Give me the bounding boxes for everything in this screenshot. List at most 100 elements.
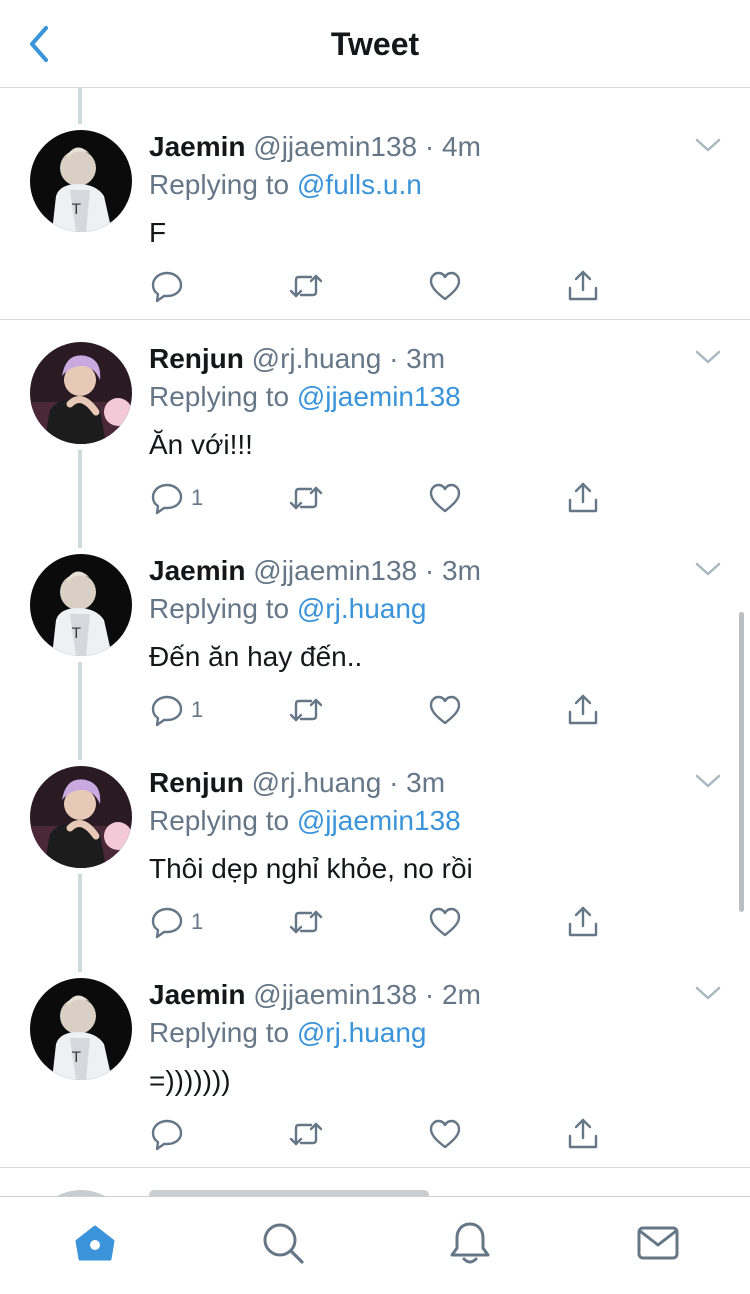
retweet-icon (289, 486, 323, 510)
tweet-actions: 1 (149, 478, 619, 518)
replying-to-line: Replying to @jjaemin138 (149, 380, 461, 414)
author-name[interactable]: Jaemin (149, 555, 246, 586)
svg-text:T: T (71, 626, 81, 642)
bottom-tab-bar (0, 1196, 750, 1294)
messages-icon (637, 1226, 679, 1260)
top-nav-bar: Tweet (0, 0, 750, 88)
share-button[interactable] (565, 902, 601, 942)
tweet[interactable]: Renjun @rj.huang · 3m Replying to @jjaem… (0, 336, 750, 548)
tweet-options-button[interactable] (694, 984, 722, 1002)
tweet[interactable]: Renjun @rj.huang · 3m Replying to @jjaem… (0, 760, 750, 972)
author-handle[interactable]: @rj.huang (252, 343, 382, 374)
tweet-actions (149, 1114, 619, 1154)
replying-to-label: Replying to (149, 169, 297, 200)
retweet-icon (289, 698, 323, 722)
like-icon (429, 483, 461, 513)
tweet-time: · 3m (389, 767, 446, 798)
avatar[interactable]: T (30, 978, 132, 1080)
reply-icon (151, 483, 183, 515)
like-button[interactable] (427, 266, 463, 306)
next-tweet-partial[interactable] (0, 1168, 750, 1196)
replying-to-mention[interactable]: @fulls.u.n (297, 169, 422, 200)
avatar[interactable] (30, 342, 132, 444)
like-button[interactable] (427, 902, 463, 942)
share-button[interactable] (565, 690, 601, 730)
replying-to-mention[interactable]: @jjaemin138 (297, 805, 461, 836)
replying-to-mention[interactable]: @rj.huang (297, 1017, 427, 1048)
svg-text:T: T (71, 1050, 81, 1066)
reply-button[interactable]: 1 (149, 690, 203, 730)
like-button[interactable] (427, 690, 463, 730)
chevron-down-icon (695, 138, 721, 152)
retweet-icon (289, 274, 323, 298)
thread-connector-line (78, 874, 82, 972)
reply-button[interactable]: 1 (149, 478, 203, 518)
tab-messages[interactable] (634, 1219, 682, 1267)
share-icon (568, 270, 598, 301)
retweet-button[interactable] (287, 266, 325, 306)
tab-search[interactable] (259, 1219, 307, 1267)
author-handle[interactable]: @jjaemin138 (253, 979, 417, 1010)
search-icon (263, 1223, 304, 1264)
share-button[interactable] (565, 1114, 601, 1154)
tweet[interactable]: T Jaemin @jjaemin138 · 4m Replying to @f… (0, 124, 750, 320)
retweet-icon (289, 910, 323, 934)
tweet-options-button[interactable] (694, 772, 722, 790)
retweet-button[interactable] (287, 478, 325, 518)
avatar[interactable] (30, 766, 132, 868)
reply-icon (151, 271, 183, 303)
like-icon (429, 1119, 461, 1149)
tweet[interactable]: T Jaemin @jjaemin138 · 3m Replying to @r… (0, 548, 750, 760)
svg-text:T: T (71, 202, 81, 218)
author-name[interactable]: Jaemin (149, 979, 246, 1010)
reply-button[interactable]: 1 (149, 902, 203, 942)
replying-to-label: Replying to (149, 593, 297, 624)
author-handle[interactable]: @jjaemin138 (253, 131, 417, 162)
scrollbar[interactable] (739, 612, 744, 912)
tweet-text: Ăn với!!! (149, 429, 253, 460)
reply-button[interactable] (149, 1114, 191, 1154)
tab-home[interactable] (71, 1219, 119, 1267)
tweet-time: · 4m (424, 131, 481, 162)
tweet-text: =))))))) (149, 1065, 231, 1096)
tweet-actions (149, 266, 619, 306)
tweet-time: · 2m (424, 979, 481, 1010)
replying-to-mention[interactable]: @jjaemin138 (297, 381, 461, 412)
replying-to-line: Replying to @rj.huang (149, 1016, 426, 1050)
tab-notifications[interactable] (446, 1219, 494, 1267)
author-name[interactable]: Jaemin (149, 131, 246, 162)
author-handle[interactable]: @jjaemin138 (253, 555, 417, 586)
thread-connector-line (78, 88, 82, 124)
tweet-actions: 1 (149, 690, 619, 730)
tweet-options-button[interactable] (694, 348, 722, 366)
tweet-text: F (149, 217, 167, 248)
retweet-button[interactable] (287, 690, 325, 730)
share-icon (568, 906, 598, 937)
replying-to-mention[interactable]: @rj.huang (297, 593, 427, 624)
reply-icon (151, 695, 183, 727)
tweet-options-button[interactable] (694, 560, 722, 578)
like-button[interactable] (427, 478, 463, 518)
retweet-button[interactable] (287, 902, 325, 942)
retweet-button[interactable] (287, 1114, 325, 1154)
share-button[interactable] (565, 266, 601, 306)
replying-to-line: Replying to @rj.huang (149, 592, 426, 626)
notifications-icon (450, 1222, 490, 1264)
like-button[interactable] (427, 1114, 463, 1154)
reply-count: 1 (191, 485, 204, 510)
tweet-time: · 3m (424, 555, 481, 586)
avatar[interactable]: T (30, 130, 132, 232)
tweet[interactable]: T Jaemin @jjaemin138 · 2m Replying to @r… (0, 972, 750, 1168)
author-name[interactable]: Renjun (149, 343, 244, 374)
tweet-options-button[interactable] (694, 136, 722, 154)
page-title: Tweet (330, 26, 420, 62)
share-icon (568, 482, 598, 513)
author-name[interactable]: Renjun (149, 767, 244, 798)
replying-to-label: Replying to (149, 1017, 297, 1048)
author-handle[interactable]: @rj.huang (252, 767, 382, 798)
tweet-text: Thôi dẹp nghỉ khỏe, no rồi (149, 853, 473, 884)
share-button[interactable] (565, 478, 601, 518)
reply-count: 1 (191, 697, 204, 722)
reply-button[interactable] (149, 266, 191, 306)
avatar[interactable]: T (30, 554, 132, 656)
